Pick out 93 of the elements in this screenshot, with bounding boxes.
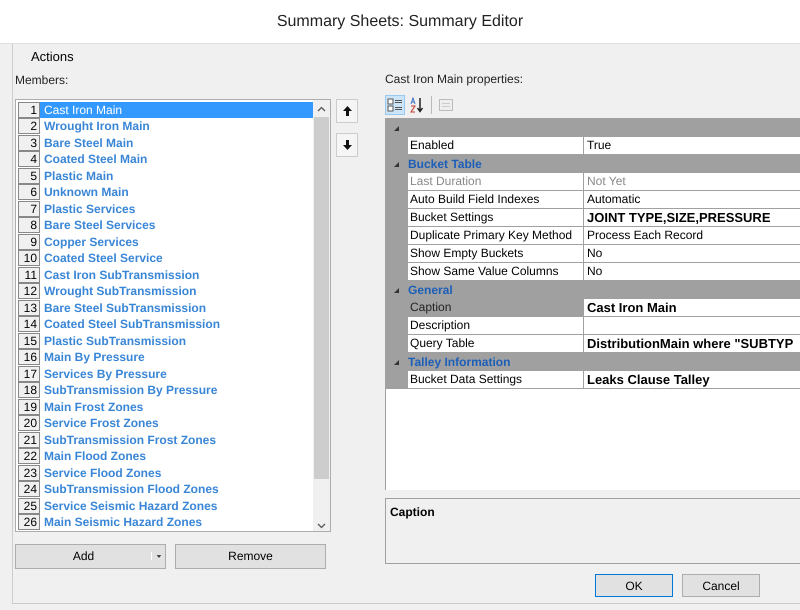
property-name[interactable]: Bucket Settings bbox=[408, 209, 584, 227]
property-name[interactable]: Query Table bbox=[408, 335, 584, 353]
member-item[interactable]: Plastic SubTransmission bbox=[40, 332, 313, 349]
property-value[interactable]: JOINT TYPE,SIZE,PRESSURE bbox=[584, 209, 800, 227]
row-number: 1 bbox=[18, 102, 40, 118]
members-label: Members: bbox=[15, 72, 70, 88]
property-value[interactable]: Process Each Record bbox=[584, 227, 800, 245]
property-value[interactable]: Automatic bbox=[584, 191, 800, 209]
member-item[interactable]: SubTransmission By Pressure bbox=[40, 382, 313, 398]
member-item[interactable]: Service Frost Zones bbox=[40, 415, 313, 432]
ok-button[interactable]: OK bbox=[595, 574, 673, 597]
row-number: 22 bbox=[18, 448, 40, 464]
row-number: 16 bbox=[18, 349, 40, 366]
category-header: General bbox=[408, 282, 453, 299]
member-item[interactable]: Services By Pressure bbox=[40, 366, 313, 382]
property-name[interactable]: Enabled bbox=[408, 137, 584, 155]
row-number: 26 bbox=[18, 514, 40, 530]
property-value[interactable]: No bbox=[584, 263, 800, 281]
row-number: 24 bbox=[18, 481, 40, 498]
member-item[interactable]: Bare Steel Main bbox=[40, 134, 313, 151]
property-value[interactable]: True bbox=[584, 137, 800, 155]
cancel-button[interactable]: Cancel bbox=[682, 574, 760, 597]
property-name[interactable]: Description bbox=[408, 317, 584, 335]
row-number: 11 bbox=[18, 266, 40, 283]
property-value[interactable]: Cast Iron Main bbox=[584, 299, 800, 317]
scroll-thumb[interactable] bbox=[314, 116, 329, 478]
member-item[interactable]: SubTransmission Flood Zones bbox=[40, 481, 313, 498]
move-down-button[interactable] bbox=[336, 132, 358, 156]
row-number: 23 bbox=[18, 464, 40, 481]
member-item[interactable]: Main Frost Zones bbox=[40, 398, 313, 415]
property-value[interactable]: Leaks Clause Talley bbox=[584, 371, 800, 389]
menu-item[interactable]: Actions bbox=[31, 46, 74, 68]
property-value[interactable]: No bbox=[584, 245, 800, 263]
member-item[interactable]: Main Seismic Hazard Zones bbox=[40, 514, 313, 530]
member-item[interactable]: Plastic Main bbox=[40, 168, 313, 184]
member-item[interactable]: SubTransmission Frost Zones bbox=[40, 432, 313, 448]
row-number: 2 bbox=[18, 118, 40, 134]
member-item[interactable]: Wrought SubTransmission bbox=[40, 283, 313, 300]
member-item[interactable]: Plastic Services bbox=[40, 200, 313, 217]
category-header: Talley Information bbox=[408, 354, 510, 371]
row-number: 7 bbox=[18, 200, 40, 217]
row-number: 18 bbox=[18, 382, 40, 398]
row-number: 21 bbox=[18, 432, 40, 448]
row-number: 17 bbox=[18, 366, 40, 382]
row-number: 9 bbox=[18, 234, 40, 250]
property-name[interactable]: Duplicate Primary Key Method bbox=[408, 227, 584, 245]
row-number: 10 bbox=[18, 250, 40, 266]
member-item[interactable]: Cast Iron SubTransmission bbox=[40, 266, 313, 283]
row-number: 8 bbox=[18, 217, 40, 234]
scroll-down-icon[interactable] bbox=[317, 522, 326, 528]
down-arrow-icon bbox=[342, 140, 352, 150]
property-name[interactable]: Bucket Data Settings bbox=[408, 371, 584, 389]
row-number: 4 bbox=[18, 151, 40, 168]
member-item[interactable]: Copper Services bbox=[40, 234, 313, 250]
properties-label: Cast Iron Main properties: bbox=[385, 71, 524, 88]
member-item[interactable]: Bare Steel Services bbox=[40, 217, 313, 234]
member-item[interactable]: Wrought Iron Main bbox=[40, 118, 313, 134]
add-label[interactable]: Add bbox=[16, 547, 151, 565]
member-item[interactable]: Main Flood Zones bbox=[40, 448, 313, 464]
property-value[interactable] bbox=[584, 317, 800, 335]
member-item[interactable]: Main By Pressure bbox=[40, 349, 313, 366]
member-item[interactable]: Cast Iron Main bbox=[40, 102, 313, 118]
property-name[interactable]: Show Same Value Columns bbox=[408, 263, 584, 281]
row-number: 6 bbox=[18, 184, 40, 200]
row-number: 5 bbox=[18, 168, 40, 184]
window-title: Summary Sheets: Summary Editor bbox=[276, 12, 524, 32]
member-item[interactable]: Bare Steel SubTransmission bbox=[40, 300, 313, 316]
property-name[interactable]: Show Empty Buckets bbox=[408, 245, 584, 263]
row-number: 13 bbox=[18, 300, 40, 316]
scrollbar[interactable] bbox=[313, 100, 330, 530]
property-name[interactable]: Auto Build Field Indexes bbox=[408, 191, 584, 209]
member-item[interactable]: Unknown Main bbox=[40, 184, 313, 200]
scroll-up-icon[interactable] bbox=[317, 106, 326, 112]
property-value[interactable]: DistributionMain where "SUBTYP bbox=[584, 335, 800, 353]
member-item[interactable]: Coated Steel SubTransmission bbox=[40, 316, 313, 332]
description-title: Caption bbox=[390, 505, 435, 519]
row-number: 25 bbox=[18, 498, 40, 514]
move-up-button[interactable] bbox=[336, 98, 358, 122]
categorized-view-icon[interactable] bbox=[385, 95, 405, 115]
member-item[interactable]: Service Seismic Hazard Zones bbox=[40, 498, 313, 514]
row-number: 14 bbox=[18, 316, 40, 332]
row-number: 19 bbox=[18, 398, 40, 415]
up-arrow-icon bbox=[342, 106, 352, 116]
add-split-button[interactable]: Add bbox=[15, 544, 166, 568]
row-number: 12 bbox=[18, 283, 40, 300]
row-number: 20 bbox=[18, 415, 40, 432]
member-item[interactable]: Coated Steel Service bbox=[40, 250, 313, 266]
remove-button[interactable]: Remove bbox=[175, 544, 326, 568]
member-item[interactable]: Coated Steel Main bbox=[40, 151, 313, 168]
row-number: 15 bbox=[18, 332, 40, 349]
category-header: Bucket Table bbox=[408, 156, 482, 173]
member-item[interactable]: Service Flood Zones bbox=[40, 464, 313, 481]
row-number: 3 bbox=[18, 134, 40, 151]
